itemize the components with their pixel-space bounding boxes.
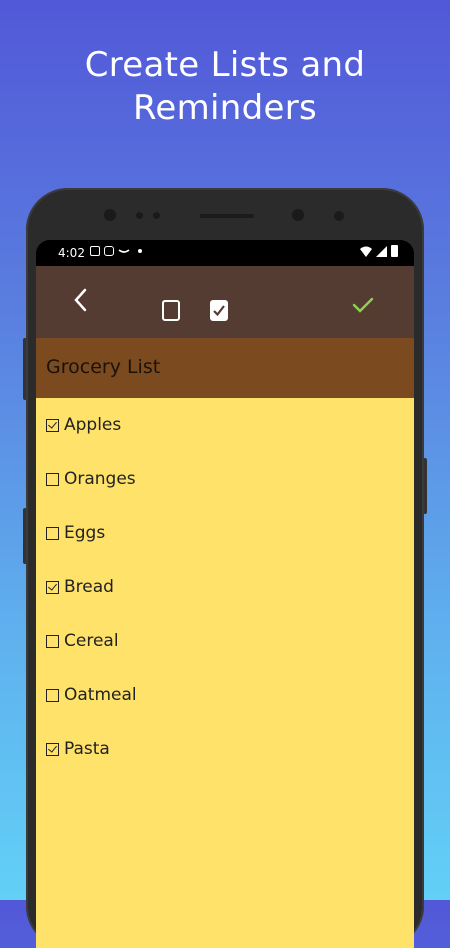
list-item[interactable]: Cereal [46,629,119,653]
phone-frame: 4:02 Grocery List Apples Oranges Eggs Br… [26,188,424,948]
signal-icon [376,245,387,257]
checkbox-unchecked-icon[interactable] [46,472,59,486]
list-item-label: Apples [64,415,122,435]
checkbox-checked-icon[interactable] [46,580,59,594]
check-all-button[interactable] [210,300,228,321]
checkbox-checked-icon[interactable] [46,742,59,756]
headline-line-1: Create Lists and [84,45,366,85]
promo-headline: Create Lists and Reminders [0,44,450,130]
app-toolbar [36,266,414,338]
list-item[interactable]: Oatmeal [46,683,137,707]
checkbox-checked-icon[interactable] [46,418,59,432]
phone-screen: 4:02 Grocery List Apples Oranges Eggs Br… [36,240,414,948]
checkbox-checked-icon [213,305,225,317]
phone-sensor [136,212,143,219]
more-notifications-dot-icon [138,249,142,253]
phone-speaker [200,214,254,218]
notification-icons [90,246,142,256]
list-item[interactable]: Bread [46,575,114,599]
chevron-left-icon [74,288,87,312]
checkbox-unchecked-icon[interactable] [46,526,59,540]
phone-front-camera [104,209,116,221]
list-title[interactable]: Grocery List [46,356,160,378]
system-status-icons [360,245,398,257]
list-item[interactable]: Apples [46,413,121,437]
checkbox-unchecked-icon[interactable] [46,688,59,702]
image-icon [90,246,100,256]
list-item-label: Bread [64,577,114,597]
checkbox-unchecked-icon[interactable] [46,634,59,648]
wifi-icon [360,246,372,257]
list-item-label: Pasta [64,739,110,759]
phone-sensor [153,212,160,219]
list-item[interactable]: Eggs [46,521,105,545]
list-item-label: Eggs [64,523,106,543]
list-item[interactable]: Pasta [46,737,110,761]
save-button[interactable] [350,292,376,318]
battery-icon [391,245,398,257]
list-item-label: Oatmeal [64,685,137,705]
list-body[interactable]: Apples Oranges Eggs Bread Cereal Oatmeal [36,398,414,948]
headline-line-2: Reminders [132,88,318,128]
status-time: 4:02 [58,246,85,260]
amazon-icon [118,249,130,253]
status-bar: 4:02 [36,240,414,266]
list-item-label: Oranges [64,469,136,489]
phone-sensor [292,209,304,221]
list-title-bar: Grocery List [36,338,414,398]
back-button[interactable] [70,286,94,316]
phone-sensor [334,211,344,221]
list-item[interactable]: Oranges [46,467,136,491]
uncheck-all-button[interactable] [162,300,180,321]
instagram-icon [104,246,114,256]
checkmark-icon [352,297,374,313]
list-item-label: Cereal [64,631,119,651]
